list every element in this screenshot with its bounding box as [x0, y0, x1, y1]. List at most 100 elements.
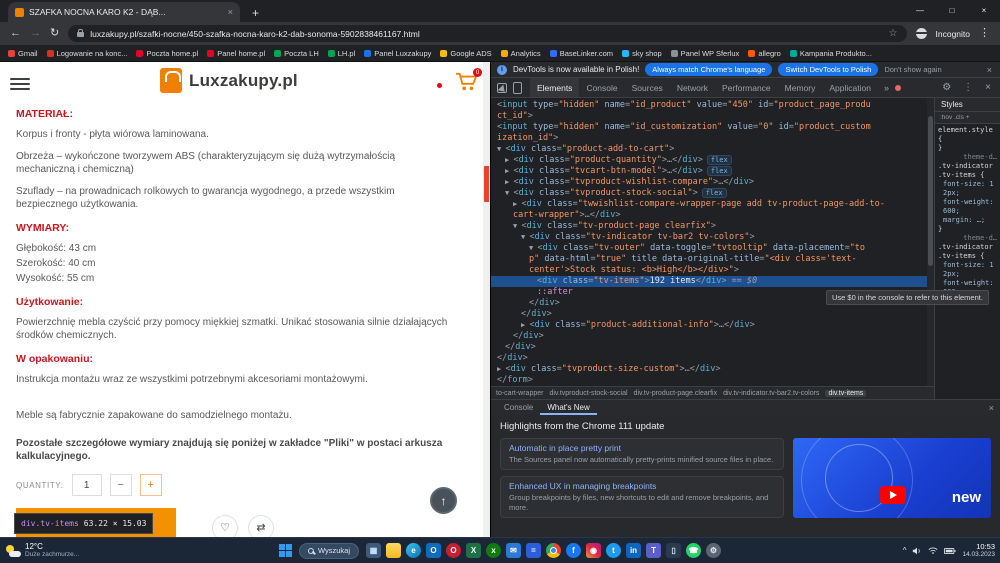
css-line[interactable]: .tv-indicator .tv-items {	[938, 162, 997, 180]
bookmark-item[interactable]: Kampania Produkto...	[790, 49, 872, 58]
xbox-icon[interactable]: x	[486, 543, 501, 558]
inspect-element-icon[interactable]	[497, 83, 507, 93]
task-view-icon[interactable]: ▦	[366, 543, 381, 558]
bookmark-item[interactable]: LH.pl	[328, 49, 356, 58]
edge-icon[interactable]: e	[406, 543, 421, 558]
whats-new-promo[interactable]: new	[793, 438, 991, 518]
forward-icon[interactable]: →	[30, 28, 41, 39]
linkedin-icon[interactable]: in	[626, 543, 641, 558]
settings-icon[interactable]: ⚙	[706, 543, 721, 558]
quantity-input[interactable]	[72, 474, 102, 496]
bookmark-star-icon[interactable]: ☆	[889, 28, 898, 39]
drawer-close-icon[interactable]: ×	[989, 403, 994, 413]
devtools-tab[interactable]: Network	[670, 78, 715, 97]
bookmark-item[interactable]: Panel home.pl	[207, 49, 265, 58]
new-tab-button[interactable]: +	[252, 4, 259, 22]
bookmark-item[interactable]: Panel Luxzakupy	[364, 49, 431, 58]
opera-icon[interactable]: O	[446, 543, 461, 558]
dont-show-again-button[interactable]: Don't show again	[884, 65, 941, 74]
calculator-icon[interactable]: =	[526, 543, 541, 558]
bookmark-item[interactable]: Google ADS	[440, 49, 491, 58]
devtools-tab[interactable]: Memory	[778, 78, 823, 97]
address-bar[interactable]: luxzakupy.pl/szafki-nocne/450-szafka-noc…	[68, 25, 906, 42]
start-button[interactable]	[279, 544, 292, 557]
breadcrumb-item[interactable]: div.tv-indicator.tv-bar2.tv-colors	[723, 390, 819, 397]
mail-icon[interactable]: ✉	[506, 543, 521, 558]
bookmark-item[interactable]: Gmail	[8, 49, 38, 58]
css-line[interactable]: element.style {	[938, 126, 997, 144]
bookmark-item[interactable]: Logowanie na konc...	[47, 49, 128, 58]
devtools-tab[interactable]: Console	[579, 78, 624, 97]
tab-close-icon[interactable]: ×	[228, 7, 233, 17]
site-logo[interactable]: Luxzakupy.pl	[160, 68, 298, 93]
battery-icon[interactable]	[944, 547, 956, 555]
page-scrollbar-thumb[interactable]	[484, 166, 489, 202]
whats-new-card[interactable]: Automatic in place pretty print The Sour…	[500, 438, 784, 470]
css-line[interactable]: font-size: 12px;	[938, 261, 997, 279]
twitter-icon[interactable]: t	[606, 543, 621, 558]
css-line[interactable]: .tv-indicator .tv-items {	[938, 243, 997, 261]
file-explorer-icon[interactable]	[386, 543, 401, 558]
match-chrome-language-button[interactable]: Always match Chrome's language	[645, 63, 772, 76]
whats-new-drawer-tab[interactable]: What's New	[540, 400, 596, 415]
browser-tab[interactable]: SZAFKA NOCNA KARO K2 - DĄB... ×	[8, 2, 240, 22]
window-minimize-button[interactable]: —	[904, 0, 936, 20]
card-title[interactable]: Enhanced UX in managing breakpoints	[509, 481, 775, 491]
reload-icon[interactable]: ↻	[50, 28, 59, 39]
devtools-close-icon[interactable]: ×	[982, 82, 994, 93]
bookmark-item[interactable]: BaseLinker.com	[550, 49, 613, 58]
phone-link-icon[interactable]: ▯	[666, 543, 681, 558]
window-maximize-button[interactable]: □	[936, 0, 968, 20]
tray-expand-icon[interactable]: ^	[903, 546, 907, 555]
devtools-menu-icon[interactable]: ⋮	[960, 82, 976, 93]
facebook-icon[interactable]: f	[566, 543, 581, 558]
weather-widget[interactable]: 12°C Duże zachmurze...	[5, 538, 79, 563]
bookmark-item[interactable]: sky shop	[622, 49, 662, 58]
device-toolbar-icon[interactable]	[513, 82, 522, 94]
outlook-icon[interactable]: O	[426, 543, 441, 558]
breadcrumb-item[interactable]: div.tv-product-page.clearfix	[634, 390, 718, 397]
bookmark-item[interactable]: Poczta home.pl	[136, 49, 198, 58]
breadcrumb-item[interactable]: div.tv-items	[825, 390, 866, 397]
css-line[interactable]: }	[938, 225, 997, 234]
elements-tree[interactable]: <input type="hidden" name="id_product" v…	[491, 98, 934, 386]
devtools-tab[interactable]: Performance	[715, 78, 778, 97]
cart-icon[interactable]: 0	[455, 72, 477, 92]
quantity-increase-button[interactable]: +	[140, 474, 162, 496]
styles-filter-bar[interactable]: :hov .cls +	[935, 112, 1000, 124]
css-line[interactable]: margin: …;	[938, 216, 997, 225]
compare-button[interactable]: ⇄	[248, 515, 274, 537]
volume-icon[interactable]	[912, 546, 922, 556]
back-icon[interactable]: ←	[10, 28, 21, 39]
breadcrumb-item[interactable]: div.tvproduct-stock-social	[549, 390, 627, 397]
taskbar-search[interactable]: Wyszukaj	[299, 543, 359, 559]
devtools-tab[interactable]: Sources	[625, 78, 670, 97]
styles-tab[interactable]: Styles	[935, 98, 1000, 112]
scroll-to-top-button[interactable]: ↑	[430, 487, 457, 514]
bookmark-item[interactable]: Panel WP Sferlux	[671, 49, 740, 58]
wishlist-button[interactable]: ♡	[212, 515, 238, 537]
whats-new-card[interactable]: Enhanced UX in managing breakpoints Grou…	[500, 476, 784, 518]
breadcrumb-item[interactable]: to-cart-wrapper	[496, 390, 543, 397]
console-drawer-tab[interactable]: Console	[497, 400, 540, 415]
css-line[interactable]: theme-d…	[938, 153, 997, 162]
quantity-decrease-button[interactable]: −	[110, 474, 132, 496]
switch-devtools-to-polish-button[interactable]: Switch DevTools to Polish	[778, 63, 878, 76]
devtools-tab[interactable]: Elements	[530, 78, 579, 97]
window-close-button[interactable]: ×	[968, 0, 1000, 20]
page-scrollbar[interactable]	[483, 62, 490, 537]
more-tabs-icon[interactable]: »	[884, 83, 889, 93]
css-line[interactable]: font-size: 12px;	[938, 180, 997, 198]
css-line[interactable]: font-weight: 600;	[938, 198, 997, 216]
elements-scrollbar-thumb[interactable]	[928, 116, 933, 266]
css-line[interactable]: theme-d…	[938, 234, 997, 243]
teams-icon[interactable]: T	[646, 543, 661, 558]
infobar-close-icon[interactable]: ×	[985, 65, 994, 75]
chrome-icon[interactable]	[546, 543, 561, 558]
devtools-settings-icon[interactable]: ⚙	[939, 82, 954, 93]
bookmark-item[interactable]: Analytics	[501, 49, 541, 58]
elements-scrollbar[interactable]	[927, 98, 934, 386]
card-title[interactable]: Automatic in place pretty print	[509, 443, 775, 453]
bookmark-item[interactable]: allegro	[748, 49, 781, 58]
network-icon[interactable]	[928, 546, 938, 555]
